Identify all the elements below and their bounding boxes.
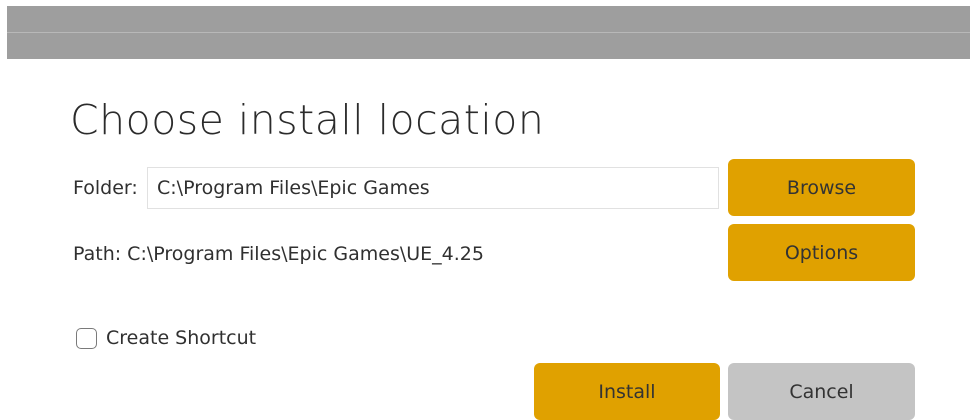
titlebar-divider (7, 32, 970, 33)
browse-button[interactable]: Browse (728, 159, 915, 216)
dialog-title: Choose install location (70, 96, 545, 144)
options-button[interactable]: Options (728, 224, 915, 281)
create-shortcut-option[interactable]: Create Shortcut (76, 327, 256, 349)
cancel-button[interactable]: Cancel (728, 363, 915, 420)
window-titlebar[interactable] (7, 6, 970, 59)
folder-input[interactable] (147, 167, 719, 209)
folder-label: Folder: (73, 177, 138, 199)
create-shortcut-checkbox[interactable] (76, 327, 97, 349)
create-shortcut-label: Create Shortcut (106, 327, 257, 349)
install-path-text: Path: C:\Program Files\Epic Games\UE_4.2… (73, 243, 484, 265)
install-button[interactable]: Install (534, 363, 720, 420)
